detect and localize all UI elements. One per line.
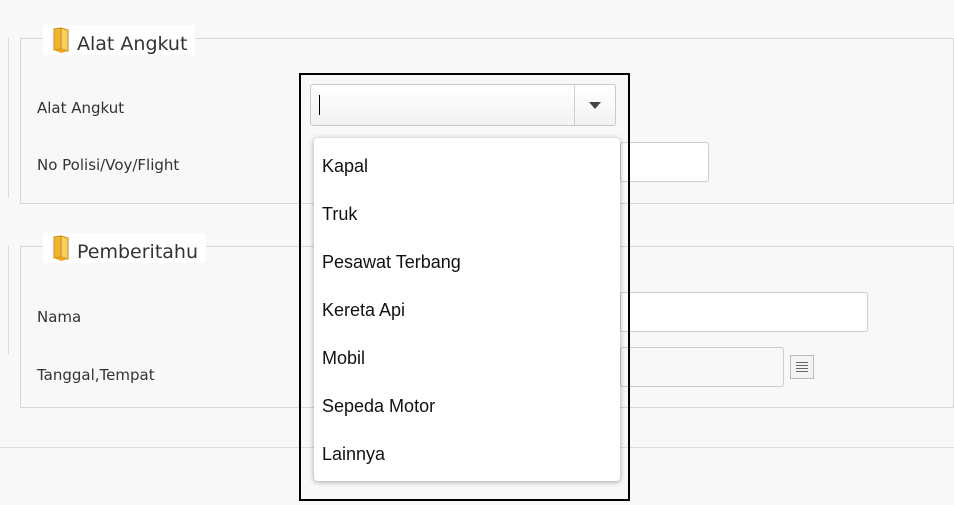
dropdown-option[interactable]: Mobil <box>314 334 620 382</box>
label-nama: Nama <box>37 308 82 326</box>
label-tanggal-tempat: Tanggal,Tempat <box>37 366 155 384</box>
left-edge-divider <box>8 246 9 354</box>
legend-title: Alat Angkut <box>77 33 188 55</box>
alat-angkut-combobox[interactable] <box>310 84 616 126</box>
folder-icon <box>51 235 73 263</box>
combo-dropdown-button[interactable] <box>574 85 615 125</box>
pemberitahu-legend: Pemberitahu <box>43 233 206 263</box>
legend-title: Pemberitahu <box>77 241 198 263</box>
folder-icon <box>51 27 73 55</box>
top-strip <box>0 0 954 8</box>
no-polisi-input[interactable] <box>620 142 709 182</box>
calendar-icon[interactable] <box>790 355 814 379</box>
alat-angkut-dropdown-list: Kapal Truk Pesawat Terbang Kereta Api Mo… <box>314 138 620 481</box>
dropdown-option[interactable]: Kereta Api <box>314 286 620 334</box>
dropdown-option[interactable]: Truk <box>314 190 620 238</box>
tanggal-tempat-input[interactable] <box>620 347 784 387</box>
dropdown-option[interactable]: Pesawat Terbang <box>314 238 620 286</box>
dropdown-option[interactable]: Sepeda Motor <box>314 382 620 430</box>
dropdown-option[interactable]: Kapal <box>314 142 620 190</box>
label-no-polisi: No Polisi/Voy/Flight <box>37 156 180 174</box>
alat-angkut-legend: Alat Angkut <box>43 25 196 55</box>
dropdown-option[interactable]: Lainnya <box>314 430 620 478</box>
label-alat-angkut: Alat Angkut <box>37 99 125 117</box>
text-caret <box>319 95 320 115</box>
nama-input[interactable] <box>620 292 868 332</box>
left-edge-divider <box>8 38 9 198</box>
chevron-down-icon <box>589 101 601 109</box>
